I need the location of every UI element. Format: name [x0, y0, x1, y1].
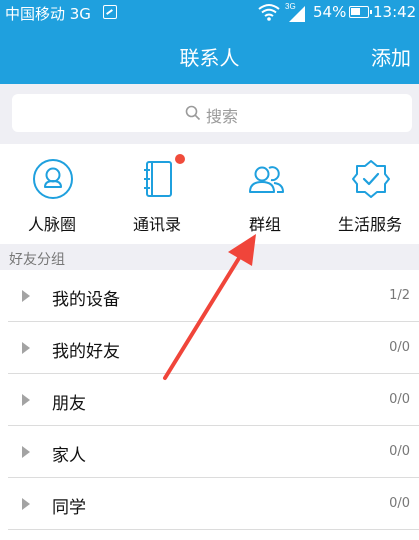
notebook-icon [144, 161, 172, 197]
group-count: 0/0 [389, 392, 410, 407]
wifi-icon [258, 4, 280, 21]
battery-icon [349, 6, 372, 18]
search-icon [185, 105, 201, 121]
group-name: 家人 [52, 446, 86, 466]
battery-percentage: 54% [313, 3, 347, 21]
page-title: 联系人 [179, 46, 240, 70]
badge-check-icon [352, 160, 390, 198]
chevron-right-icon [22, 394, 30, 406]
group-name: 朋友 [52, 394, 86, 414]
signal-icon: 3G [285, 2, 305, 22]
quick-action-renmaiquan[interactable]: 人脉圈 [0, 144, 104, 244]
title-bar: 联系人 添加 [0, 26, 419, 84]
svg-text:3G: 3G [285, 2, 296, 11]
quick-action-shenghuofuwu[interactable]: 生活服务 [318, 144, 419, 244]
quick-action-label: 人脉圈 [27, 215, 76, 234]
add-button[interactable]: 添加 [371, 42, 411, 71]
list-item[interactable]: 我的设备 1/2 [0, 270, 419, 322]
group-count: 0/0 [389, 444, 410, 459]
chevron-right-icon [22, 342, 30, 354]
list-item[interactable]: 家人 0/0 [0, 426, 419, 478]
group-count: 0/0 [389, 496, 410, 511]
list-item[interactable]: 同学 0/0 [0, 478, 419, 530]
group-name: 我的好友 [52, 342, 120, 362]
list-item[interactable]: 我的好友 0/0 [0, 322, 419, 374]
quick-actions: 人脉圈 通讯录 群组 生活服务 [0, 144, 419, 244]
carrier-label: 中国移动 3G [5, 5, 91, 23]
search-input[interactable]: 搜索 [12, 94, 412, 132]
group-count: 0/0 [389, 340, 410, 355]
group-list: 我的设备 1/2 我的好友 0/0 朋友 0/0 家人 0/0 同学 0/0 [0, 270, 419, 540]
section-header: 好友分组 [0, 244, 419, 270]
quick-action-label: 通讯录 [132, 215, 181, 234]
quick-action-label: 群组 [248, 215, 281, 234]
group-name: 同学 [52, 498, 86, 518]
chevron-right-icon [22, 290, 30, 302]
search-placeholder: 搜索 [206, 107, 239, 126]
quick-action-qunzu[interactable]: 群组 [213, 144, 317, 244]
sim-icon [103, 5, 117, 19]
avatar-circle-icon [33, 159, 73, 199]
group-count: 1/2 [389, 288, 410, 303]
clock: 13:42 [373, 3, 417, 21]
group-people-icon [249, 166, 284, 193]
group-name: 我的设备 [52, 290, 120, 310]
search-area: 搜索 [0, 84, 419, 144]
status-bar: 中国移动 3G 3G 54% 13:42 [0, 0, 419, 26]
quick-action-label: 生活服务 [337, 215, 402, 234]
chevron-right-icon [22, 446, 30, 458]
notification-badge [175, 154, 185, 164]
divider [8, 529, 419, 530]
chevron-right-icon [22, 498, 30, 510]
list-item[interactable]: 朋友 0/0 [0, 374, 419, 426]
quick-action-tongxunlu[interactable]: 通讯录 [105, 144, 209, 244]
